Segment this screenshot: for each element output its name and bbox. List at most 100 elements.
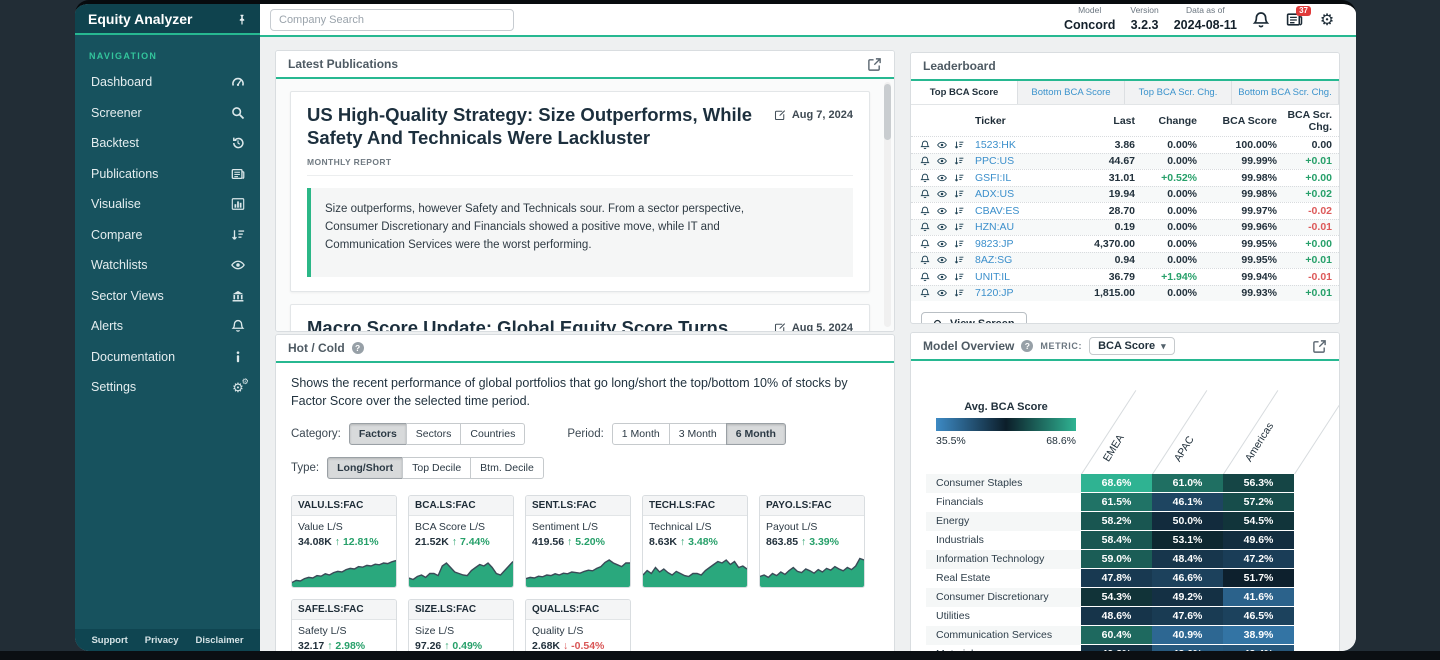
sort-amount-icon[interactable] (954, 222, 964, 232)
news-icon[interactable]: 37 (1285, 11, 1303, 29)
eye-icon[interactable] (937, 156, 947, 166)
category-option-factors[interactable]: Factors (349, 423, 407, 445)
factor-card-size-ls-fac[interactable]: SIZE.LS:FACSize L/S97.26 ↑ 0.49% (408, 599, 514, 651)
heatmap-cell: 58.4% (1081, 531, 1152, 549)
leaderboard-tab-bottom-bca-score[interactable]: Bottom BCA Score (1018, 81, 1125, 104)
eye-icon[interactable] (937, 222, 947, 232)
ticker-link[interactable]: 1523:HK (975, 139, 1061, 151)
footer-link-support[interactable]: Support (91, 635, 127, 646)
ticker-link[interactable]: PPC:US (975, 155, 1061, 167)
sort-amount-icon[interactable] (954, 140, 964, 150)
pin-icon[interactable] (236, 13, 248, 25)
bell-icon[interactable] (920, 140, 930, 150)
eye-icon[interactable] (937, 173, 947, 183)
ticker-link[interactable]: 9823:JP (975, 238, 1061, 250)
sort-amount-icon[interactable] (954, 288, 964, 298)
factor-card-tech-ls-fac[interactable]: TECH.LS:FACTechnical L/S8.63K ↑ 3.48% (642, 495, 748, 588)
sort-amount-icon[interactable] (954, 206, 964, 216)
sidebar-item-publications[interactable]: Publications (75, 159, 260, 190)
footer-link-privacy[interactable]: Privacy (145, 635, 179, 646)
sidebar-item-documentation[interactable]: Documentation (75, 342, 260, 373)
eye-icon[interactable] (937, 288, 947, 298)
factor-card-bca-ls-fac[interactable]: BCA.LS:FACBCA Score L/S21.52K ↑ 7.44% (408, 495, 514, 588)
sidebar-item-label: Documentation (91, 350, 175, 364)
ticker-link[interactable]: 7120:JP (975, 287, 1061, 299)
publications-scrollbar-thumb[interactable] (884, 84, 891, 140)
bell-icon[interactable] (1252, 11, 1270, 29)
leaderboard-tab-top-bca-scr-chg-[interactable]: Top BCA Scr. Chg. (1125, 81, 1232, 104)
eye-icon[interactable] (937, 255, 947, 265)
bell-icon[interactable] (920, 156, 930, 166)
external-link-icon[interactable] (1312, 339, 1327, 354)
factor-card-sent-ls-fac[interactable]: SENT.LS:FACSentiment L/S419.56 ↑ 5.20% (525, 495, 631, 588)
sort-amount-icon[interactable] (954, 255, 964, 265)
bell-icon[interactable] (920, 255, 930, 265)
leaderboard-tab-top-bca-score[interactable]: Top BCA Score (911, 81, 1018, 104)
category-option-sectors[interactable]: Sectors (406, 423, 462, 445)
sidebar-item-alerts[interactable]: Alerts (75, 311, 260, 342)
eye-icon[interactable] (937, 272, 947, 282)
eye-icon[interactable] (937, 140, 947, 150)
company-search-input[interactable] (270, 9, 514, 31)
type-option-btm-decile[interactable]: Btm. Decile (470, 457, 544, 479)
bell-icon[interactable] (920, 222, 930, 232)
sidebar-item-sector-views[interactable]: Sector Views (75, 281, 260, 312)
sort-amount-icon[interactable] (954, 239, 964, 249)
bell-icon[interactable] (920, 173, 930, 183)
ticker-link[interactable]: GSFI:IL (975, 172, 1061, 184)
metric-dropdown[interactable]: BCA Score ▾ (1089, 337, 1175, 355)
help-icon[interactable]: ? (352, 342, 364, 354)
leaderboard-tab-bottom-bca-scr-chg-[interactable]: Bottom BCA Scr. Chg. (1232, 81, 1339, 104)
type-option-long-short[interactable]: Long/Short (327, 457, 403, 479)
ticker-link[interactable]: UNIT:IL (975, 271, 1061, 283)
gear-icon[interactable]: ⚙ (1318, 11, 1336, 29)
bell-icon[interactable] (920, 189, 930, 199)
publication-article[interactable]: US High-Quality Strategy: Size Outperfor… (290, 91, 870, 292)
sidebar-item-dashboard[interactable]: Dashboard (75, 67, 260, 98)
bell-icon[interactable] (920, 206, 930, 216)
ticker-link[interactable]: CBAV:ES (975, 205, 1061, 217)
bell-icon[interactable] (920, 239, 930, 249)
footer-link-disclaimer[interactable]: Disclaimer (195, 635, 243, 646)
article-summary-quote: Size outperforms, however Safety and Tec… (307, 188, 853, 276)
heatmap-cell: 68.6% (1081, 474, 1152, 492)
sort-amount-icon[interactable] (954, 272, 964, 282)
eye-icon[interactable] (937, 206, 947, 216)
cell-bca-score: 99.93% (1197, 287, 1277, 299)
sidebar-item-screener[interactable]: Screener (75, 98, 260, 129)
period-option-3-month[interactable]: 3 Month (669, 423, 727, 445)
bell-icon[interactable] (920, 272, 930, 282)
view-screen-button[interactable]: View Screen (921, 312, 1027, 324)
factor-card-payo-ls-fac[interactable]: PAYO.LS:FACPayout L/S863.85 ↑ 3.39% (759, 495, 865, 588)
heatmap-cell: 61.5% (1081, 493, 1152, 511)
sidebar-item-compare[interactable]: Compare (75, 220, 260, 251)
heatmap-row: Utilities48.6%47.6%46.5% (926, 607, 1294, 626)
sort-amount-icon[interactable] (954, 173, 964, 183)
publication-article[interactable]: Macro Score Update: Global Equity Score … (290, 304, 870, 331)
eye-icon[interactable] (937, 189, 947, 199)
category-option-countries[interactable]: Countries (460, 423, 525, 445)
ticker-link[interactable]: 8AZ:SG (975, 254, 1061, 266)
help-icon[interactable]: ? (1021, 340, 1033, 352)
type-option-top-decile[interactable]: Top Decile (402, 457, 471, 479)
factor-card-qual-ls-fac[interactable]: QUAL.LS:FACQuality L/S2.68K ↓ -0.54% (525, 599, 631, 651)
factor-card-safe-ls-fac[interactable]: SAFE.LS:FACSafety L/S32.17 ↑ 2.98% (291, 599, 397, 651)
external-link-icon[interactable] (867, 57, 882, 72)
sidebar-item-watchlists[interactable]: Watchlists (75, 250, 260, 281)
bell-icon[interactable] (920, 288, 930, 298)
sort-amount-icon[interactable] (954, 156, 964, 166)
period-option-1-month[interactable]: 1 Month (612, 423, 670, 445)
period-option-6-month[interactable]: 6 Month (726, 423, 786, 445)
cell-last: 3.86 (1061, 139, 1135, 151)
ticker-link[interactable]: HZN:AU (975, 221, 1061, 233)
heatmap-cell: 59.0% (1081, 550, 1152, 568)
eye-icon[interactable] (937, 239, 947, 249)
factor-card-valu-ls-fac[interactable]: VALU.LS:FACValue L/S34.08K ↑ 12.81% (291, 495, 397, 588)
sort-amount-icon[interactable] (954, 189, 964, 199)
sidebar-item-backtest[interactable]: Backtest (75, 128, 260, 159)
sidebar-item-settings[interactable]: Settings⚙⚙ (75, 372, 260, 403)
cell-bca-score: 99.96% (1197, 221, 1277, 233)
cell-bca-scr-chg: -0.02 (1277, 205, 1340, 217)
sidebar-item-visualise[interactable]: Visualise (75, 189, 260, 220)
ticker-link[interactable]: ADX:US (975, 188, 1061, 200)
